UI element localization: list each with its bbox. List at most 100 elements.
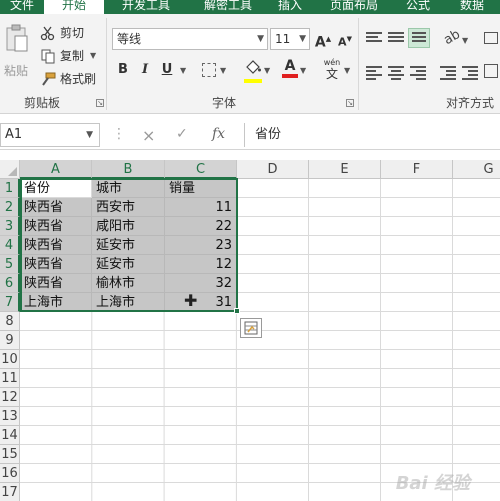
cell-b5[interactable]: 延安市 — [92, 255, 165, 274]
column-header-d[interactable]: D — [237, 160, 309, 179]
borders-button[interactable] — [202, 63, 216, 77]
empty-grid-area[interactable] — [20, 312, 237, 501]
grow-font-button[interactable]: A▲ — [314, 29, 332, 51]
column-header-c[interactable]: C — [165, 160, 237, 179]
format-painter-button[interactable]: 格式刷 — [40, 70, 96, 87]
enter-icon[interactable]: ✓ — [176, 126, 188, 142]
select-all-button[interactable] — [0, 160, 20, 179]
increase-indent-button[interactable] — [462, 66, 478, 80]
row-header[interactable]: 15 — [0, 445, 20, 464]
cell-a3[interactable]: 陕西省 — [20, 217, 92, 236]
cell-a1[interactable]: 省份 — [20, 179, 92, 198]
tab-page-layout[interactable]: 页面布局 — [318, 0, 390, 14]
font-size-combo[interactable]: 11 ▼ — [270, 28, 310, 50]
orientation-button[interactable]: ab — [441, 27, 463, 48]
orientation-dropdown-icon[interactable]: ▼ — [462, 36, 468, 45]
cancel-icon[interactable]: × — [142, 126, 155, 145]
font-launcher-icon[interactable]: ↘ — [346, 99, 354, 107]
name-box[interactable]: A1 ▼ — [0, 123, 100, 147]
cell-c6[interactable]: 32 — [165, 274, 237, 293]
shrink-font-button[interactable]: A▼ — [336, 29, 354, 49]
fill-color-button[interactable] — [244, 60, 262, 83]
fill-handle[interactable] — [234, 308, 240, 314]
empty-grid-area[interactable] — [237, 179, 500, 501]
cell-a5[interactable]: 陕西省 — [20, 255, 92, 274]
font-name-combo[interactable]: 等线 ▼ — [112, 28, 268, 50]
quick-analysis-button[interactable] — [240, 318, 262, 338]
italic-button[interactable]: I — [136, 60, 154, 80]
row-header[interactable]: 8 — [0, 312, 20, 331]
clipboard-launcher-icon[interactable]: ↘ — [96, 99, 104, 107]
font-color-dropdown-icon[interactable]: ▼ — [300, 66, 306, 75]
tab-insert[interactable]: 插入 — [270, 0, 310, 14]
row-header[interactable]: 2 — [0, 198, 20, 217]
borders-dropdown-icon[interactable]: ▼ — [220, 66, 226, 75]
cell-a4[interactable]: 陕西省 — [20, 236, 92, 255]
row-header[interactable]: 4 — [0, 236, 20, 255]
row-header[interactable]: 11 — [0, 369, 20, 388]
cell-b4[interactable]: 延安市 — [92, 236, 165, 255]
paste-label: 粘贴 — [4, 64, 29, 78]
cell-c5[interactable]: 12 — [165, 255, 237, 274]
row-header[interactable]: 1 — [0, 179, 20, 198]
cell-c4[interactable]: 23 — [165, 236, 237, 255]
row-header[interactable]: 17 — [0, 483, 20, 501]
column-header-a[interactable]: A — [20, 160, 92, 179]
cell-c1[interactable]: 销量 — [165, 179, 237, 198]
align-left-button[interactable] — [366, 66, 382, 80]
top-align-button[interactable] — [366, 32, 382, 44]
row-header[interactable]: 10 — [0, 350, 20, 369]
row-header[interactable]: 6 — [0, 274, 20, 293]
cut-button[interactable]: 剪切 — [40, 24, 84, 41]
row-header[interactable]: 13 — [0, 407, 20, 426]
copy-button[interactable]: 复制 ▼ — [40, 47, 96, 64]
cell-b7[interactable]: 上海市 — [92, 293, 165, 312]
row-header[interactable]: 3 — [0, 217, 20, 236]
underline-button[interactable]: U — [158, 60, 176, 80]
column-header-e[interactable]: E — [309, 160, 381, 179]
align-center-button[interactable] — [388, 66, 404, 80]
row-header[interactable]: 9 — [0, 331, 20, 350]
tab-home[interactable]: 开始 — [44, 0, 104, 14]
phonetic-dropdown-icon[interactable]: ▼ — [344, 66, 350, 75]
row-header[interactable]: 7 — [0, 293, 20, 312]
tab-formulas[interactable]: 公式 — [398, 0, 438, 14]
decrease-indent-button[interactable] — [440, 66, 456, 80]
cell-a7[interactable]: 上海市 — [20, 293, 92, 312]
row-header[interactable]: 14 — [0, 426, 20, 445]
tab-file[interactable]: 文件 — [0, 0, 44, 14]
fill-dropdown-icon[interactable]: ▼ — [264, 66, 270, 75]
cell-b6[interactable]: 榆林市 — [92, 274, 165, 293]
alignment-group-label: 对齐方式 — [446, 96, 495, 110]
font-color-button[interactable]: A — [282, 58, 298, 82]
row-header[interactable]: 5 — [0, 255, 20, 274]
bold-button[interactable]: B — [114, 60, 132, 80]
cell-c3[interactable]: 22 — [165, 217, 237, 236]
phonetic-button[interactable]: wén 文 — [322, 58, 342, 81]
row-header[interactable]: 16 — [0, 464, 20, 483]
underline-dropdown-icon[interactable]: ▼ — [180, 66, 186, 75]
merge-center-button[interactable] — [484, 64, 498, 78]
middle-align-button[interactable] — [388, 32, 404, 44]
cell-c2[interactable]: 11 — [165, 198, 237, 217]
wrap-text-button[interactable] — [484, 32, 498, 44]
formula-input[interactable]: 省份 — [244, 123, 500, 147]
insert-function-icon[interactable]: fx — [212, 126, 225, 142]
column-header-f[interactable]: F — [381, 160, 453, 179]
cell-b2[interactable]: 西安市 — [92, 198, 165, 217]
row-header[interactable]: 12 — [0, 388, 20, 407]
align-right-button[interactable] — [410, 66, 426, 80]
bottom-align-button[interactable] — [408, 28, 430, 48]
copy-dropdown-icon[interactable]: ▼ — [90, 51, 96, 60]
cell-a2[interactable]: 陕西省 — [20, 198, 92, 217]
column-header-g[interactable]: G — [453, 160, 500, 179]
tab-data[interactable]: 数据 — [450, 0, 494, 14]
tab-developer[interactable]: 开发工具 — [108, 0, 184, 14]
tab-decrypt[interactable]: 解密工具 — [190, 0, 266, 14]
column-header-b[interactable]: B — [92, 160, 165, 179]
cell-b3[interactable]: 咸阳市 — [92, 217, 165, 236]
cell-a6[interactable]: 陕西省 — [20, 274, 92, 293]
cell-b1[interactable]: 城市 — [92, 179, 165, 198]
cell-c7[interactable]: 31 — [165, 293, 237, 312]
paste-button[interactable]: 粘贴 — [2, 22, 32, 84]
